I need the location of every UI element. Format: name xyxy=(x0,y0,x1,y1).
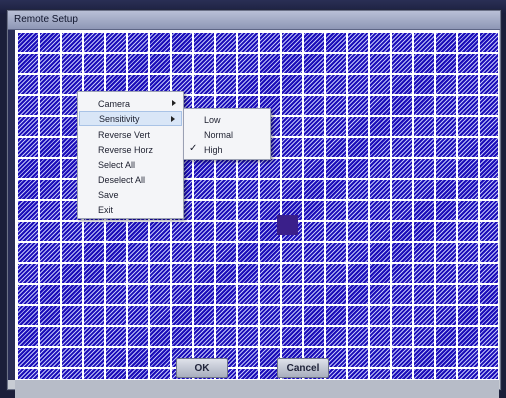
menu-item-save[interactable]: Save xyxy=(79,187,182,202)
context-menu: Camera Sensitivity Reverse Vert Reverse … xyxy=(77,91,184,219)
menu-item-sensitivity[interactable]: Sensitivity xyxy=(79,111,182,126)
submenu-item-label: Low xyxy=(204,114,221,125)
checkmark-icon: ✓ xyxy=(189,143,198,154)
ok-button[interactable]: OK xyxy=(176,358,228,378)
submenu-item-label: High xyxy=(204,144,223,155)
menu-item-reverse-horz[interactable]: Reverse Horz xyxy=(79,142,182,157)
submenu-item-low[interactable]: Low xyxy=(185,112,269,127)
submenu-item-label: Normal xyxy=(204,129,234,140)
menu-item-label: Deselect All xyxy=(98,174,146,185)
submenu-arrow-icon xyxy=(172,100,176,106)
button-bar xyxy=(15,380,499,398)
menu-item-label: Sensitivity xyxy=(99,113,140,124)
menu-item-exit[interactable]: Exit xyxy=(79,202,182,217)
menu-item-label: Save xyxy=(98,189,119,200)
selected-grid-cell[interactable] xyxy=(277,215,298,235)
cancel-button[interactable]: Cancel xyxy=(277,358,329,378)
menu-item-camera[interactable]: Camera xyxy=(79,96,182,111)
title-bar[interactable]: Remote Setup xyxy=(8,11,500,30)
menu-item-label: Select All xyxy=(98,159,136,170)
menu-item-label: Camera xyxy=(98,98,131,109)
submenu-item-normal[interactable]: Normal xyxy=(185,127,269,142)
submenu-arrow-icon xyxy=(171,116,175,122)
menu-item-deselect-all[interactable]: Deselect All xyxy=(79,172,182,187)
window-title: Remote Setup xyxy=(14,14,78,25)
menu-item-reverse-vert[interactable]: Reverse Vert xyxy=(79,127,182,142)
menu-item-label: Reverse Horz xyxy=(98,144,154,155)
window-left-edge xyxy=(8,30,15,380)
menu-item-label: Reverse Vert xyxy=(98,129,151,140)
menu-item-label: Exit xyxy=(98,204,114,215)
submenu-item-high[interactable]: ✓ High xyxy=(185,142,269,157)
menu-item-select-all[interactable]: Select All xyxy=(79,157,182,172)
sensitivity-submenu: Low Normal ✓ High xyxy=(183,108,271,160)
